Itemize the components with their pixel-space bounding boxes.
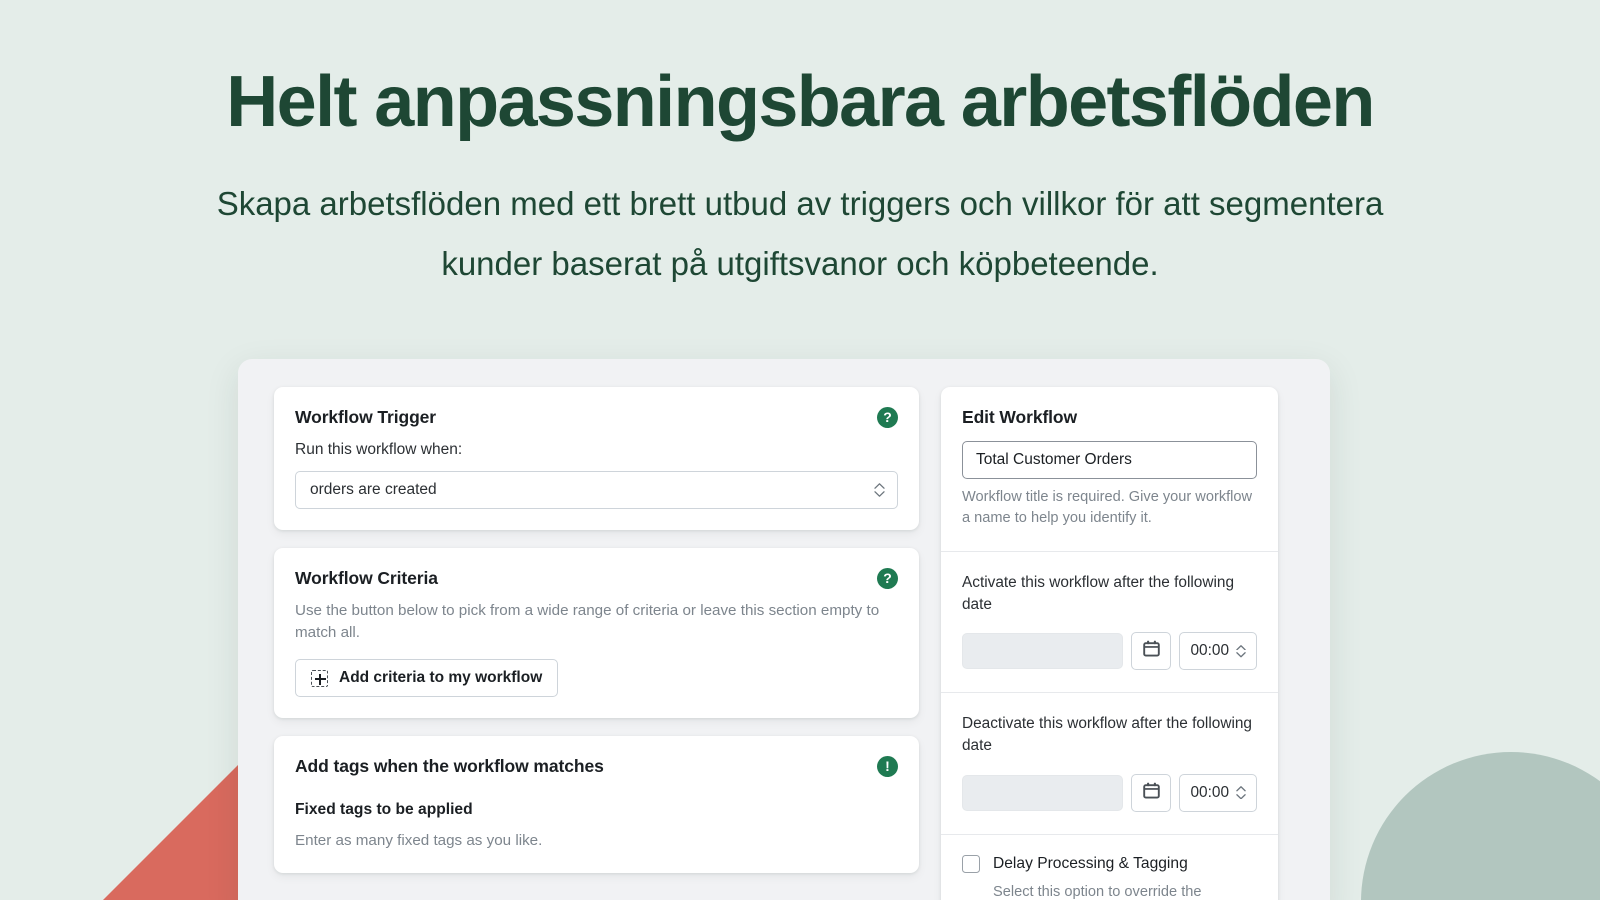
- stepper-chevrons-icon: [1236, 645, 1246, 658]
- delay-processing-row[interactable]: Delay Processing & Tagging: [962, 854, 1257, 873]
- decorative-sage-circle: [1361, 752, 1600, 900]
- deactivate-time-input[interactable]: 00:00: [1179, 773, 1257, 812]
- help-circle-icon[interactable]: ?: [877, 407, 898, 428]
- deactivate-date-row: 00:00: [962, 773, 1257, 812]
- workflow-trigger-card-header: Workflow Trigger ?: [295, 407, 898, 428]
- help-circle-icon[interactable]: ?: [877, 568, 898, 589]
- page-subtitle: Skapa arbetsflöden med ett brett utbud a…: [216, 185, 1384, 283]
- activate-date-section: Activate this workflow after the followi…: [941, 552, 1278, 694]
- workflow-editor-main-column: Workflow Trigger ? Run this workflow whe…: [274, 387, 919, 891]
- delay-processing-help: Select this option to override the: [993, 883, 1202, 900]
- deactivate-date-input[interactable]: [962, 774, 1124, 811]
- delay-processing-checkbox[interactable]: [962, 854, 980, 873]
- delay-processing-label: Delay Processing & Tagging: [993, 854, 1188, 872]
- dashed-plus-icon: [311, 669, 328, 687]
- edit-workflow-title-section: Edit Workflow Total Customer Orders Work…: [941, 387, 1278, 553]
- workflow-criteria-card: Workflow Criteria ? Use the button below…: [274, 548, 919, 719]
- calendar-icon: [1142, 639, 1161, 663]
- add-criteria-button-label: Add criteria to my workflow: [339, 669, 543, 687]
- deactivate-calendar-button[interactable]: [1131, 773, 1172, 812]
- add-tags-card: Add tags when the workflow matches ! Fix…: [274, 736, 919, 873]
- trigger-select-value: orders are created: [310, 481, 437, 498]
- stepper-chevrons-icon: [874, 483, 885, 497]
- workflow-trigger-title: Workflow Trigger: [295, 407, 437, 427]
- deactivate-date-section: Deactivate this workflow after the follo…: [941, 693, 1278, 835]
- delay-processing-section: Delay Processing & Tagging Select this o…: [941, 835, 1278, 900]
- workflow-title-input-value: Total Customer Orders: [976, 451, 1132, 468]
- add-criteria-button[interactable]: Add criteria to my workflow: [295, 659, 559, 698]
- fixed-tags-help: Enter as many fixed tags as you like.: [295, 832, 543, 850]
- stepper-chevrons-icon: [1236, 786, 1246, 799]
- trigger-select[interactable]: orders are created: [295, 471, 898, 509]
- decorative-red-triangle: [96, 747, 256, 900]
- workflow-criteria-card-header: Workflow Criteria ?: [295, 568, 898, 589]
- workflow-title-help: Workflow title is required. Give your wo…: [962, 489, 1253, 527]
- app-preview-window: Workflow Trigger ? Run this workflow whe…: [238, 359, 1330, 900]
- deactivate-date-label: Deactivate this workflow after the follo…: [962, 715, 1252, 754]
- workflow-title-input[interactable]: Total Customer Orders: [962, 441, 1257, 479]
- alert-circle-icon[interactable]: !: [877, 756, 898, 778]
- edit-workflow-panel: Edit Workflow Total Customer Orders Work…: [941, 387, 1278, 900]
- fixed-tags-label: Fixed tags to be applied: [295, 801, 473, 819]
- page-title: Helt anpassningsbara arbetsflöden: [226, 62, 1375, 142]
- add-tags-title: Add tags when the workflow matches: [295, 756, 604, 777]
- workflow-criteria-description: Use the button below to pick from a wide…: [295, 602, 880, 641]
- run-workflow-when-label: Run this workflow when:: [295, 441, 463, 458]
- workflow-trigger-card: Workflow Trigger ? Run this workflow whe…: [274, 387, 919, 530]
- workflow-editor-side-column: Edit Workflow Total Customer Orders Work…: [941, 387, 1278, 900]
- hero-section: Helt anpassningsbara arbetsflöden Skapa …: [0, 0, 1600, 294]
- activate-date-label: Activate this workflow after the followi…: [962, 574, 1235, 613]
- add-tags-card-header: Add tags when the workflow matches !: [295, 756, 898, 778]
- activate-time-value: 00:00: [1190, 642, 1229, 660]
- activate-date-row: 00:00: [962, 632, 1257, 671]
- deactivate-time-value: 00:00: [1190, 783, 1229, 801]
- workflow-criteria-title: Workflow Criteria: [295, 568, 438, 588]
- activate-date-input[interactable]: [962, 633, 1124, 670]
- edit-workflow-title: Edit Workflow: [962, 407, 1078, 427]
- activate-calendar-button[interactable]: [1131, 632, 1172, 671]
- calendar-icon: [1142, 781, 1161, 805]
- activate-time-input[interactable]: 00:00: [1179, 632, 1257, 671]
